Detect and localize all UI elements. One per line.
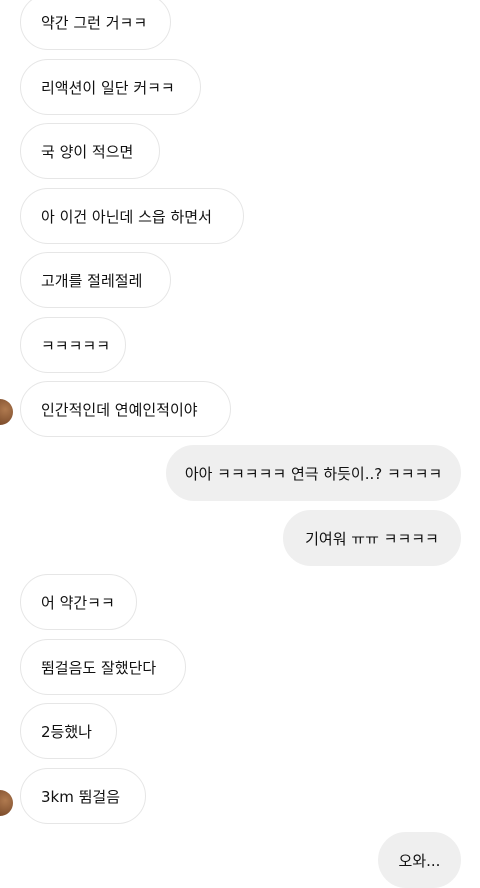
message-text: 국 양이 적으면 [41,142,134,161]
message-text: 기여워 ㅠㅠ ㅋㅋㅋㅋ [305,529,439,548]
message-text: 고개를 절레절레 [41,271,143,290]
sent-message-bubble[interactable]: 기여워 ㅠㅠ ㅋㅋㅋㅋ [283,510,461,566]
received-message-bubble[interactable]: 아 이건 아닌데 스읍 하면서 [20,188,244,244]
message-text: 오와... [398,851,441,870]
message-text: 아아 ㅋㅋㅋㅋㅋ 연극 하듯이..? ㅋㅋㅋㅋ [184,464,443,483]
sender-avatar[interactable] [0,399,13,425]
message-text: ㅋㅋㅋㅋㅋ [41,336,111,355]
message-text: 리액션이 일단 커ㅋㅋ [41,78,175,97]
message-text: 약간 그런 거ㅋㅋ [41,13,148,32]
message-text: 어 약간ㅋㅋ [41,593,115,612]
message-text: 아 이건 아닌데 스읍 하면서 [41,207,212,226]
message-text: 3km 뜀걸음 [41,787,121,806]
sender-avatar[interactable] [0,790,13,816]
message-text: 인간적인데 연예인적이야 [41,400,198,419]
received-message-bubble[interactable]: 뜀걸음도 잘했단다 [20,639,186,695]
received-message-bubble[interactable]: 고개를 절레절레 [20,252,171,308]
sent-message-bubble[interactable]: 오와... [378,832,461,888]
received-message-bubble[interactable]: 3km 뜀걸음 [20,768,146,824]
received-message-bubble[interactable]: 약간 그런 거ㅋㅋ [20,0,171,50]
received-message-bubble[interactable]: 어 약간ㅋㅋ [20,574,137,630]
message-text: 2등했나 [41,722,92,741]
received-message-bubble[interactable]: 리액션이 일단 커ㅋㅋ [20,59,201,115]
received-message-bubble[interactable]: 2등했나 [20,703,117,759]
received-message-bubble[interactable]: ㅋㅋㅋㅋㅋ [20,317,126,373]
received-message-bubble[interactable]: 인간적인데 연예인적이야 [20,381,231,437]
sent-message-bubble[interactable]: 아아 ㅋㅋㅋㅋㅋ 연극 하듯이..? ㅋㅋㅋㅋ [166,445,461,501]
message-text: 뜀걸음도 잘했단다 [41,658,157,677]
received-message-bubble[interactable]: 국 양이 적으면 [20,123,160,179]
